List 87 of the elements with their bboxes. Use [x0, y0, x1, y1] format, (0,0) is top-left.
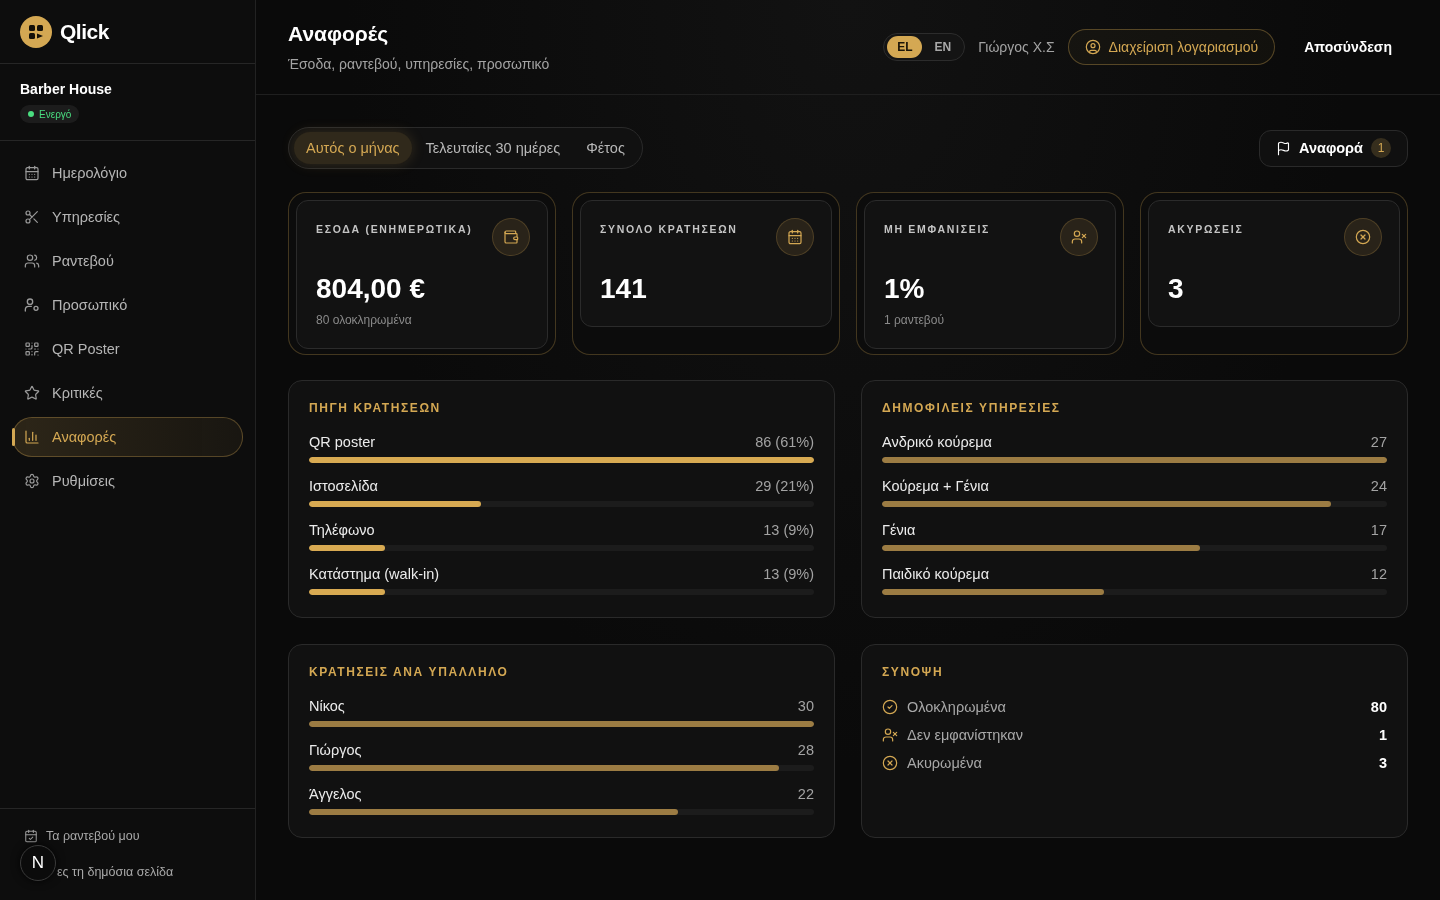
summary-value: 3 — [1378, 755, 1387, 771]
settings-icon — [24, 473, 40, 489]
business-name: Barber House — [20, 81, 112, 98]
status-label: Ενεργό — [39, 108, 72, 120]
stat-label: ΑΚΥΡΩΣΕΙΣ — [1168, 222, 1244, 236]
bar-label: Ανδρικό κούρεμα — [882, 434, 992, 450]
stat-label: ΜΗ ΕΜΦΑΝΙΣΕΙΣ — [884, 222, 991, 236]
bar-label: QR poster — [309, 434, 376, 450]
check-circle-icon — [882, 699, 898, 715]
stat-value: 804,00 € — [316, 272, 426, 306]
qr-code-icon — [24, 341, 40, 357]
count-badge: 1 — [1371, 138, 1391, 158]
stat-label: ΕΣΟΔΑ (ΕΝΗΜΕΡΩΤΙΚΑ) — [316, 222, 473, 236]
bar-value: 28 — [797, 742, 814, 758]
period-tab[interactable]: Φέτος — [574, 132, 637, 164]
panel-title: ΣΥΝΟΨΗ — [882, 665, 945, 679]
sidebar-item[interactable]: Υπηρεσίες — [12, 197, 243, 237]
stat-note: 1 ραντεβού — [884, 312, 945, 328]
user-x-icon — [1060, 218, 1098, 256]
sidebar-item[interactable]: Αναφορές — [12, 417, 243, 457]
user-circle-icon — [1084, 39, 1101, 55]
scissors-icon — [24, 209, 40, 225]
bar-value: 27 — [1370, 434, 1387, 450]
bar-chart-icon — [24, 429, 40, 445]
calendar-icon — [776, 218, 814, 256]
language-option[interactable]: EL — [887, 36, 923, 58]
bar-value: 30 — [797, 698, 814, 714]
summary-value: 80 — [1370, 699, 1387, 715]
bar-value: 29 (21%) — [755, 478, 814, 494]
calendar-icon — [24, 165, 40, 181]
footer-link[interactable]: Τα ραντεβού μου — [24, 828, 140, 844]
user-name: Γιώργος Χ.Σ — [978, 39, 1055, 55]
stat-value: 1% — [884, 272, 926, 306]
logout-button[interactable]: Αποσύνδεση — [1288, 29, 1408, 65]
summary-value: 1 — [1378, 727, 1387, 743]
dev-tools-button[interactable]: N — [20, 845, 56, 881]
wallet-icon — [492, 218, 530, 256]
bar-value: 13 (9%) — [763, 566, 814, 582]
report-button[interactable]: Αναφορά 1 — [1258, 129, 1408, 167]
user-x-icon — [882, 727, 898, 743]
sidebar-item[interactable]: Κριτικές — [12, 373, 243, 413]
stat-note: 80 ολοκληρωμένα — [316, 312, 413, 328]
bar-value: 86 (61%) — [755, 434, 814, 450]
calendar-check-icon — [24, 829, 38, 843]
stat-label: ΣΥΝΟΛΟ ΚΡΑΤΗΣΕΩΝ — [600, 222, 738, 236]
star-icon — [24, 385, 40, 401]
sidebar-item[interactable]: Προσωπικό — [12, 285, 243, 325]
sidebar-item[interactable]: Ραντεβού — [12, 241, 243, 281]
x-circle-icon — [1344, 218, 1382, 256]
panel-title: ΠΗΓΗ ΚΡΑΤΗΣΕΩΝ — [309, 401, 442, 415]
bar-label: Κατάστημα (walk-in) — [309, 566, 440, 582]
summary-label: Ακυρωμένα — [907, 755, 983, 771]
bar-label: Ιστοσελίδα — [309, 478, 378, 494]
bar-value: 13 (9%) — [763, 522, 814, 538]
period-tab[interactable]: Τελευταίες 30 ημέρες — [413, 132, 573, 164]
stat-value: 3 — [1168, 272, 1185, 306]
bar-value: 12 — [1370, 566, 1387, 582]
bar-label: Άγγελος — [309, 786, 362, 802]
page-subtitle: Έσοδα, ραντεβού, υπηρεσίες, προσωπικό — [288, 55, 550, 73]
panel-title: ΔΗΜΟΦΙΛΕΙΣ ΥΠΗΡΕΣΙΕΣ — [882, 401, 1062, 415]
summary-label: Ολοκληρωμένα — [907, 699, 1007, 715]
sidebar-item[interactable]: Ημερολόγιο — [12, 153, 243, 193]
x-circle-icon — [882, 755, 898, 771]
person-icon — [24, 297, 40, 313]
language-option[interactable]: EN — [924, 36, 962, 58]
bar-label: Κούρεμα + Γένια — [882, 478, 989, 494]
bar-label: Νίκος — [309, 698, 345, 714]
sidebar-item[interactable]: Ρυθμίσεις — [12, 461, 243, 501]
users-icon — [24, 253, 40, 269]
logo-icon — [20, 15, 52, 48]
account-button[interactable]: Διαχείριση λογαριασμού — [1067, 29, 1276, 65]
footer-link[interactable]: ες τη δημόσια σελίδα — [57, 864, 174, 880]
sidebar-item[interactable]: QR Poster — [12, 329, 243, 369]
bar-value: 24 — [1370, 478, 1387, 494]
bar-value: 22 — [797, 786, 814, 802]
page-title: Αναφορές — [288, 21, 390, 47]
summary-label: Δεν εμφανίστηκαν — [907, 727, 1024, 743]
flag-icon — [1275, 140, 1291, 156]
period-tab[interactable]: Αυτός ο μήνας — [294, 132, 412, 164]
panel-title: ΚΡΑΤΗΣΕΙΣ ΑΝΑ ΥΠΑΛΛΗΛΟ — [309, 665, 510, 679]
bar-label: Γιώργος — [309, 742, 362, 758]
bar-value: 17 — [1370, 522, 1387, 538]
brand-name: Qlick — [60, 19, 109, 44]
bar-label: Παιδικό κούρεμα — [882, 566, 990, 582]
stat-value: 141 — [600, 272, 648, 306]
bar-label: Τηλέφωνο — [309, 522, 375, 538]
bar-label: Γένια — [882, 522, 916, 538]
